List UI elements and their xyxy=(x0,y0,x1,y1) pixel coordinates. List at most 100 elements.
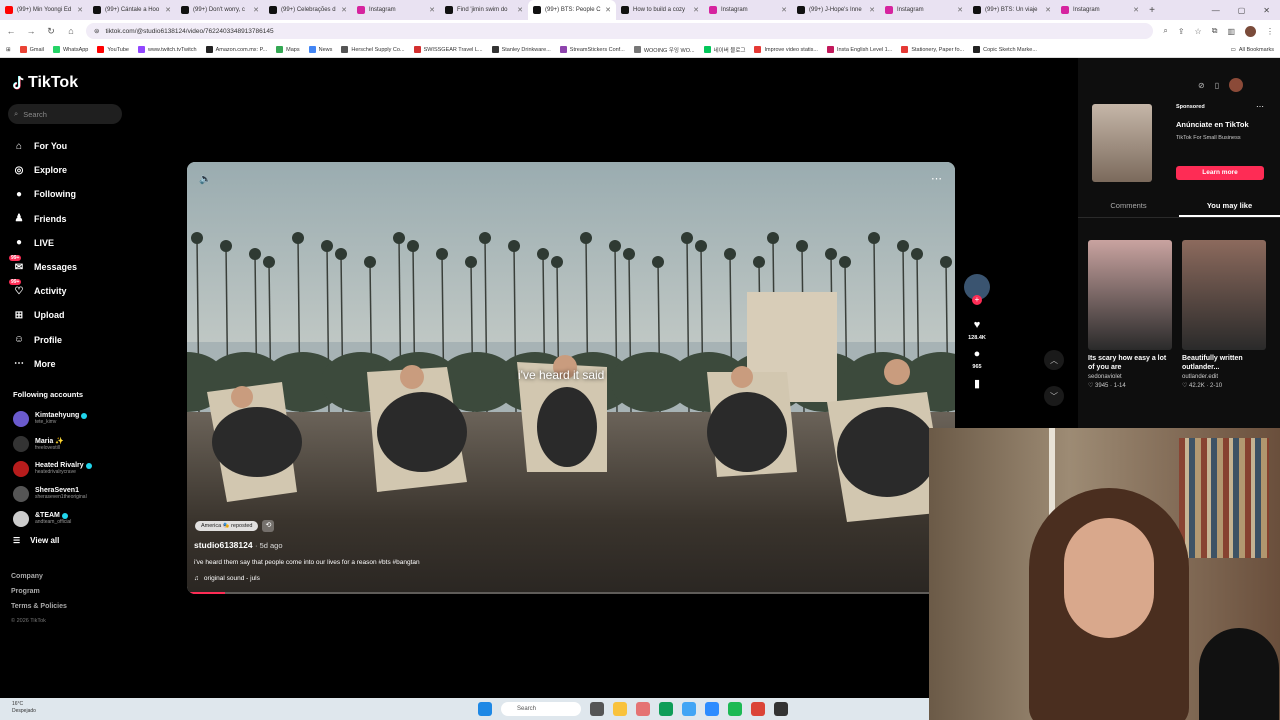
tab-close-icon[interactable]: ✕ xyxy=(693,6,699,14)
tab-close-icon[interactable]: ✕ xyxy=(605,6,611,14)
card-thumbnail[interactable] xyxy=(1088,240,1172,350)
browser-tab[interactable]: Instagram ✕ xyxy=(704,0,792,20)
zoom-app-icon[interactable] xyxy=(705,702,719,716)
bookmark-item[interactable]: SWISSGEAR Travel L... xyxy=(413,46,483,53)
bookmark-item[interactable]: www.twitch.tvTwitch xyxy=(137,46,197,53)
browser-tab[interactable]: (99+) J-Hope's Inne ✕ xyxy=(792,0,880,20)
ad-more-icon[interactable]: ⋯ xyxy=(1256,102,1264,111)
share-icon[interactable]: ⇪ xyxy=(1178,27,1185,36)
bookmark-item[interactable]: Herschel Supply Co... xyxy=(341,46,405,53)
bookmark-item[interactable]: YouTube xyxy=(97,46,129,53)
video-player[interactable]: 🔈 ⋯ i've heard it said America 🎭 reposte… xyxy=(187,162,955,594)
browser-profile-avatar[interactable] xyxy=(1245,25,1256,37)
home-icon[interactable]: ⌂ xyxy=(66,26,76,36)
following-account[interactable]: &TEAM andteam_official xyxy=(13,506,163,531)
comment-icon[interactable]: ● xyxy=(968,345,986,363)
tab-close-icon[interactable]: ✕ xyxy=(341,6,347,14)
video-progress-bar[interactable] xyxy=(187,592,955,594)
all-bookmarks[interactable]: ▭ All Bookmarks xyxy=(1231,47,1274,53)
bookmark-item[interactable]: Maps xyxy=(276,46,300,53)
bookmark-item[interactable]: Copic Sketch Marke... xyxy=(973,46,1037,53)
footer-link-company[interactable]: Company xyxy=(11,573,67,588)
following-account[interactable]: SheraSeven1 sheraseven1theoriginal xyxy=(13,481,163,506)
following-account[interactable]: Heated Rivalry heatedrivalrycrave xyxy=(13,456,163,481)
tab-close-icon[interactable]: ✕ xyxy=(77,6,83,14)
ad-title[interactable]: Anúnciate en TikTok xyxy=(1176,120,1249,129)
taskbar-search[interactable]: Search xyxy=(501,702,581,716)
bookmark-item[interactable]: Stationery, Paper fo... xyxy=(901,46,964,53)
like-icon[interactable]: ♥ xyxy=(968,316,986,334)
minimize-icon[interactable]: — xyxy=(1212,6,1220,15)
tab-close-icon[interactable]: ✕ xyxy=(517,6,523,14)
creator-avatar[interactable]: + xyxy=(964,274,990,305)
nav-item[interactable]: ⋯ More xyxy=(12,352,162,376)
nav-item[interactable]: ♡ 99+ Activity xyxy=(9,279,162,303)
tab-close-icon[interactable]: ✕ xyxy=(869,6,875,14)
maximize-icon[interactable]: ▢ xyxy=(1238,6,1246,15)
nav-item[interactable]: ◎ Explore xyxy=(12,158,162,182)
start-icon[interactable] xyxy=(478,702,492,716)
footer-link-terms[interactable]: Terms & Policies xyxy=(11,603,67,618)
nav-item[interactable]: ✉ 99+ Messages xyxy=(9,255,162,279)
nav-item[interactable]: ● LIVE xyxy=(12,231,162,255)
suggested-video-card[interactable]: Its scary how easy a lot of you are sedon… xyxy=(1088,240,1172,389)
tab-close-icon[interactable]: ✕ xyxy=(253,6,259,14)
next-video-icon[interactable]: ﹀ xyxy=(1044,386,1064,406)
search-input[interactable]: ⌕ Search xyxy=(8,104,122,124)
tab-close-icon[interactable]: ✕ xyxy=(429,6,435,14)
zoom-icon[interactable]: ⌕ xyxy=(1163,26,1167,36)
volume-icon[interactable]: 🔈 xyxy=(199,174,211,185)
bookmark-item[interactable]: Improve video statis... xyxy=(754,46,818,53)
bookmark-item[interactable]: Stanley Drinkware... xyxy=(491,46,551,53)
video-author[interactable]: studio6138124 · 5d ago xyxy=(194,540,283,550)
browser-tab[interactable]: (99+) BTS: Un viaje ✕ xyxy=(968,0,1056,20)
bookmark-item[interactable]: Gmail xyxy=(19,46,44,53)
chrome-icon[interactable] xyxy=(751,702,765,716)
store-icon[interactable] xyxy=(682,702,696,716)
nav-item[interactable]: ● Following xyxy=(12,182,162,206)
ad-thumbnail[interactable] xyxy=(1092,104,1152,182)
tab-close-icon[interactable]: ✕ xyxy=(781,6,787,14)
browser-tab[interactable]: (99+) Celebrações d ✕ xyxy=(264,0,352,20)
bookmark-star-icon[interactable]: ☆ xyxy=(1195,27,1202,36)
save-bookmark-icon[interactable]: ▮ xyxy=(968,374,986,392)
tab-close-icon[interactable]: ✕ xyxy=(1045,6,1051,14)
browser-tab[interactable]: How to build a cozy ✕ xyxy=(616,0,704,20)
bookmark-item[interactable]: 네이버 블로그 xyxy=(703,46,745,54)
bookmark-item[interactable]: News xyxy=(308,46,332,53)
tab-close-icon[interactable]: ✕ xyxy=(957,6,963,14)
url-field[interactable]: ⊜ tiktok.com/@studio6138124/video/762240… xyxy=(86,23,1154,39)
footer-link-program[interactable]: Program xyxy=(11,588,67,603)
learn-more-button[interactable]: Learn more xyxy=(1176,166,1264,180)
obs-icon[interactable] xyxy=(774,702,788,716)
close-window-icon[interactable]: ✕ xyxy=(1263,6,1270,15)
browser-tab[interactable]: Instagram ✕ xyxy=(1056,0,1144,20)
card-thumbnail[interactable] xyxy=(1182,240,1266,350)
reposted-badge[interactable]: America 🎭 reposted xyxy=(195,521,259,531)
nav-item[interactable]: ☺ Profile xyxy=(12,328,162,352)
task-view-icon[interactable] xyxy=(590,702,604,716)
repost-icon[interactable]: ⟲ xyxy=(262,520,275,532)
paint-icon[interactable] xyxy=(636,702,650,716)
user-avatar[interactable] xyxy=(1229,78,1244,92)
tab-close-icon[interactable]: ✕ xyxy=(1133,6,1139,14)
video-sound[interactable]: ♫ original sound - juls xyxy=(194,575,260,582)
forward-icon[interactable]: → xyxy=(26,26,36,36)
new-tab-icon[interactable]: + xyxy=(1144,5,1160,16)
suggested-video-card[interactable]: Beautifully written outlander... outlande… xyxy=(1182,240,1266,389)
device-icon[interactable]: ▯ xyxy=(1215,81,1219,90)
spotify-icon[interactable] xyxy=(728,702,742,716)
site-info-icon[interactable]: ⊜ xyxy=(94,27,99,35)
nav-item[interactable]: ♟ Friends xyxy=(12,207,162,231)
tab-comments[interactable]: Comments xyxy=(1078,196,1179,217)
browser-tab[interactable]: Instagram ✕ xyxy=(352,0,440,20)
bookmark-item[interactable]: WOOING 우잉 WO... xyxy=(633,46,695,54)
edge-icon[interactable] xyxy=(659,702,673,716)
tab-you-may-like[interactable]: You may like xyxy=(1179,196,1280,217)
browser-tab[interactable]: Instagram ✕ xyxy=(880,0,968,20)
nav-item[interactable]: ⌂ For You xyxy=(12,134,162,158)
follow-plus-icon[interactable]: + xyxy=(972,295,982,305)
extensions-icon[interactable]: ⧉ xyxy=(1212,26,1218,36)
browser-tab[interactable]: (99+) Min Yoongi Ed ✕ xyxy=(0,0,88,20)
video-more-icon[interactable]: ⋯ xyxy=(931,172,943,185)
